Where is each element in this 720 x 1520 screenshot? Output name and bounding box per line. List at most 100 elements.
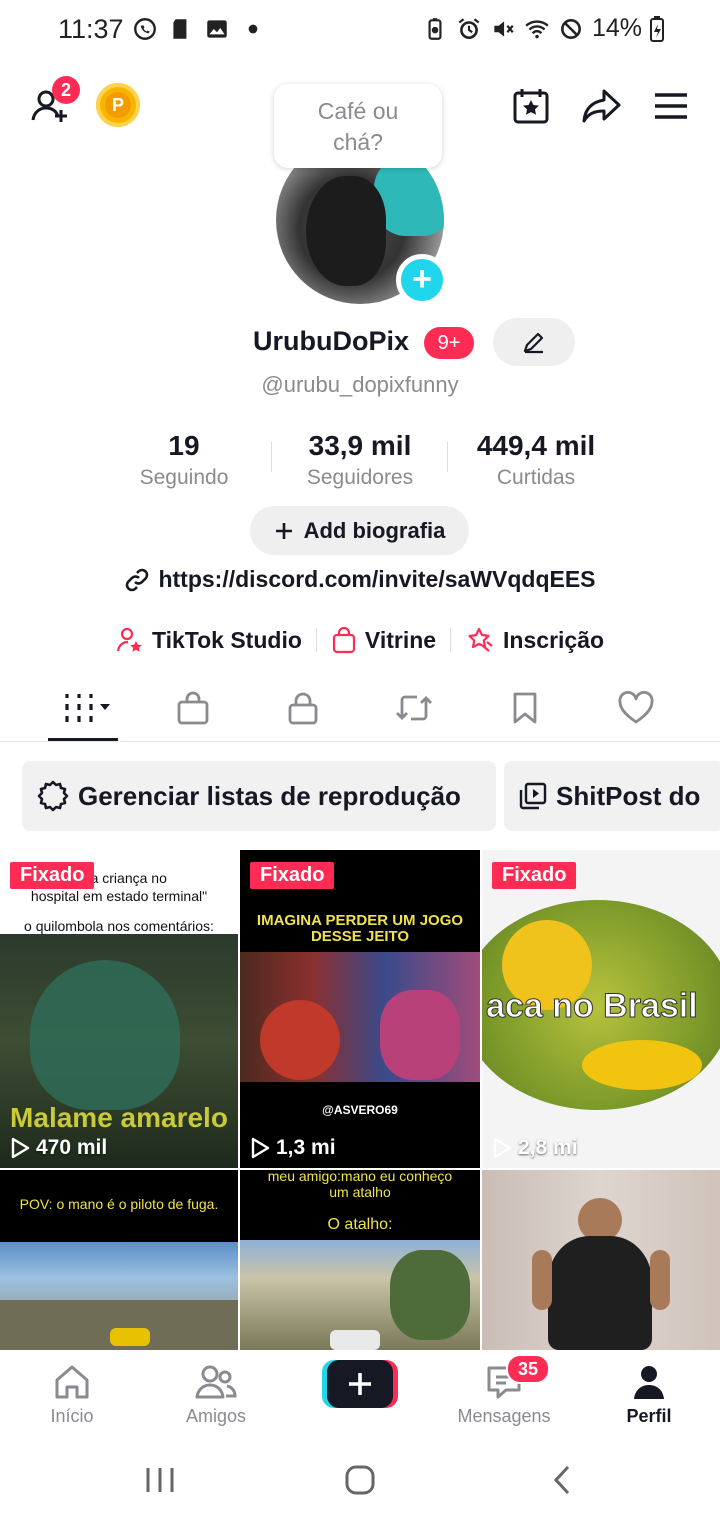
coins-button[interactable]: P bbox=[96, 83, 140, 127]
dot-icon bbox=[248, 24, 258, 34]
video-caption: Malame amarelo bbox=[10, 1102, 228, 1133]
lock-icon bbox=[288, 692, 318, 725]
profile-link[interactable]: https://discord.com/invite/saWVqdqEES bbox=[0, 566, 720, 593]
plus-icon bbox=[349, 1373, 371, 1395]
wifi-icon bbox=[525, 19, 549, 38]
hamburger-menu-icon bbox=[655, 93, 687, 119]
tab-private[interactable] bbox=[273, 686, 333, 730]
subscription-star-icon bbox=[468, 627, 493, 652]
nav-messages[interactable]: 35 Mensagens bbox=[444, 1354, 564, 1427]
video-caption: DESSE JEITO bbox=[310, 928, 410, 945]
status-note-bubble[interactable]: Café ou chá? bbox=[274, 84, 442, 168]
battery-percent: 14% bbox=[591, 14, 642, 42]
playlist-chips: Gerenciar listas de reprodução ShitPost … bbox=[22, 761, 720, 831]
pinned-badge: Fixado bbox=[492, 862, 577, 889]
tab-favorites[interactable] bbox=[495, 686, 555, 730]
profile-tabs bbox=[0, 676, 720, 742]
stat-likes[interactable]: 449,4 mil Curtidas bbox=[462, 430, 610, 490]
view-count: 470 mil bbox=[10, 1136, 107, 1160]
profile-stats: 19 Seguindo 33,9 mil Seguidores 449,4 mi… bbox=[0, 430, 720, 500]
tab-reposts[interactable] bbox=[384, 686, 444, 730]
tiktok-studio-label: TikTok Studio bbox=[151, 626, 302, 653]
link-icon bbox=[126, 568, 149, 591]
gallery-icon bbox=[207, 20, 227, 38]
sd-card-icon bbox=[173, 19, 187, 39]
manage-playlists-button[interactable]: Gerenciar listas de reprodução bbox=[22, 761, 496, 831]
plus-icon bbox=[275, 522, 292, 539]
level-badge[interactable]: 9+ bbox=[424, 327, 474, 359]
playlist-icon bbox=[519, 782, 547, 810]
no-signal-icon bbox=[560, 18, 581, 39]
video-thumbnail[interactable]: IMAGINA PERDER UM JOGO DESSE JEITO @ASVE… bbox=[240, 850, 480, 1168]
back-icon[interactable] bbox=[550, 1464, 574, 1496]
menu-button[interactable] bbox=[647, 82, 695, 130]
add-bio-button[interactable]: Add biografia bbox=[250, 506, 469, 555]
edit-profile-button[interactable] bbox=[493, 318, 575, 366]
tab-shop[interactable] bbox=[163, 686, 223, 730]
note-text-line1: Café ou bbox=[317, 98, 399, 124]
active-tab-indicator bbox=[48, 738, 118, 741]
nav-friends[interactable]: Amigos bbox=[156, 1362, 276, 1427]
view-count: 1,3 mi bbox=[250, 1136, 336, 1160]
playlist-chip-shitpost[interactable]: ShitPost do bbox=[504, 761, 720, 831]
home-icon bbox=[55, 1365, 89, 1399]
add-bio-label: Add biografia bbox=[303, 517, 446, 543]
pinned-badge: Fixado bbox=[250, 862, 335, 889]
showcase-label: Vitrine bbox=[364, 626, 437, 653]
video-caption: hospital em estado terminal" bbox=[30, 888, 208, 904]
play-icon bbox=[493, 1137, 512, 1159]
video-grid: uma criança no hospital em estado termin… bbox=[0, 850, 720, 1350]
coin-icon: P bbox=[105, 92, 131, 118]
share-profile-button[interactable] bbox=[577, 82, 625, 130]
stat-following[interactable]: 19 Seguindo bbox=[114, 430, 254, 490]
tab-liked[interactable] bbox=[606, 686, 666, 730]
nav-profile-label: Perfil bbox=[626, 1406, 672, 1426]
nav-messages-label: Mensagens bbox=[457, 1406, 551, 1426]
gear-icon bbox=[37, 780, 69, 812]
video-thumbnail[interactable] bbox=[482, 1170, 720, 1350]
subscription-button[interactable]: Inscrição bbox=[451, 626, 618, 654]
bookmark-icon bbox=[513, 692, 537, 724]
repost-icon bbox=[396, 695, 432, 721]
pencil-icon bbox=[523, 332, 544, 354]
add-friends-button[interactable]: 2 bbox=[26, 76, 80, 130]
video-caption: @ASVERO69 bbox=[322, 1103, 398, 1117]
followers-label: Seguidores bbox=[306, 466, 414, 489]
whatsapp-icon bbox=[134, 18, 156, 40]
shopping-bag-icon bbox=[332, 626, 355, 654]
nav-profile[interactable]: Perfil bbox=[589, 1362, 709, 1427]
video-thumbnail[interactable]: meu amigo:mano eu conheço um atalho O at… bbox=[240, 1170, 480, 1350]
add-story-plus-icon[interactable]: + bbox=[396, 254, 448, 306]
battery-icon bbox=[650, 15, 664, 42]
video-thumbnail[interactable]: uma criança no hospital em estado termin… bbox=[0, 850, 238, 1168]
recent-apps-icon[interactable] bbox=[144, 1466, 176, 1494]
alarm-icon bbox=[458, 17, 480, 39]
home-system-icon[interactable] bbox=[344, 1464, 376, 1496]
share-icon bbox=[582, 89, 621, 123]
video-thumbnail[interactable]: aca no Brasil Fixado 2,8 mi bbox=[482, 850, 720, 1168]
person-star-icon bbox=[116, 627, 142, 652]
play-icon bbox=[11, 1137, 30, 1159]
showcase-button[interactable]: Vitrine bbox=[317, 626, 450, 654]
video-caption: um atalho bbox=[329, 1184, 391, 1200]
subscription-label: Inscrição bbox=[503, 626, 605, 653]
battery-saver-icon bbox=[428, 17, 442, 40]
creator-tools: TikTok Studio Vitrine Inscrição bbox=[0, 620, 720, 660]
tab-videos[interactable] bbox=[56, 686, 116, 730]
video-thumbnail[interactable]: POV: o mano é o piloto de fuga. bbox=[0, 1170, 238, 1350]
likes-count: 449,4 mil bbox=[476, 430, 596, 461]
video-caption: meu amigo:mano eu conheço bbox=[267, 1170, 453, 1184]
video-caption: IMAGINA PERDER UM JOGO bbox=[256, 912, 464, 929]
nav-home[interactable]: Início bbox=[12, 1362, 132, 1427]
video-caption: aca no Brasil bbox=[486, 987, 699, 1026]
heart-icon bbox=[618, 690, 654, 724]
stat-followers[interactable]: 33,9 mil Seguidores bbox=[284, 430, 436, 490]
calendar-button[interactable] bbox=[507, 82, 555, 130]
create-video-button[interactable] bbox=[322, 1360, 398, 1408]
username: UrubuDoPix bbox=[253, 326, 410, 356]
play-icon bbox=[251, 1137, 270, 1159]
tiktok-studio-button[interactable]: TikTok Studio bbox=[102, 626, 316, 654]
following-label: Seguindo bbox=[139, 466, 229, 489]
status-time: 11:37 bbox=[58, 14, 124, 44]
followers-count: 33,9 mil bbox=[308, 430, 412, 461]
